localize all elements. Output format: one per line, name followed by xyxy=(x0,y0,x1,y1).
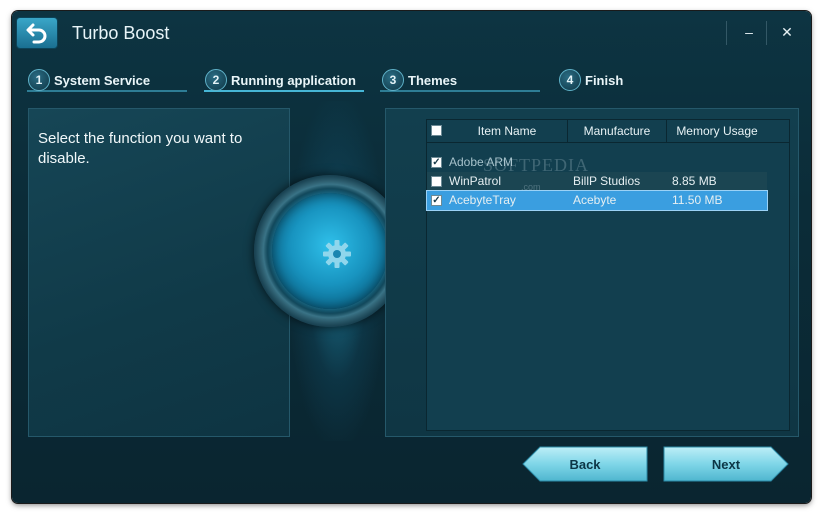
title-bar: Turbo Boost – ✕ xyxy=(12,11,811,57)
list-item[interactable]: ✓ Adobe ARM xyxy=(427,153,767,172)
step-system-service[interactable]: 1 System Service xyxy=(28,67,150,93)
item-memory: 11.50 MB xyxy=(672,193,723,207)
step-number: 1 xyxy=(28,69,50,91)
next-button[interactable]: Next xyxy=(663,446,789,482)
step-running-application[interactable]: 2 Running application xyxy=(205,67,356,93)
step-label: Finish xyxy=(585,72,624,88)
turbo-boost-window: Turbo Boost – ✕ 1 System Service 2 Runni… xyxy=(12,11,811,503)
column-manufacture[interactable]: Manufacture xyxy=(568,120,666,142)
row-checkbox[interactable] xyxy=(431,176,442,187)
back-arrow-button[interactable] xyxy=(16,17,58,49)
step-label: Themes xyxy=(408,72,458,88)
step-number: 3 xyxy=(382,69,404,91)
title-separator xyxy=(766,21,767,45)
list-item[interactable]: WinPatrol BillP Studios 8.85 MB xyxy=(427,172,767,191)
column-item-name[interactable]: Item Name xyxy=(447,120,567,142)
column-memory-usage[interactable]: Memory Usage xyxy=(667,120,767,142)
select-all-checkbox[interactable] xyxy=(431,125,442,136)
application-list-panel: Item Name Manufacture Memory Usage ✓ Ado… xyxy=(385,108,799,437)
step-themes[interactable]: 3 Themes xyxy=(382,67,457,93)
back-button-label: Back xyxy=(569,456,601,472)
row-checkbox[interactable]: ✓ xyxy=(431,195,442,206)
gear-icon xyxy=(323,240,351,268)
row-checkbox[interactable]: ✓ xyxy=(431,157,442,168)
back-arrow-icon xyxy=(26,23,47,44)
item-manufacture: Acebyte xyxy=(573,193,617,207)
step-number: 4 xyxy=(559,69,581,91)
step-label: System Service xyxy=(54,72,151,88)
step-finish[interactable]: 4 Finish xyxy=(559,67,623,93)
back-button[interactable]: Back xyxy=(522,446,648,482)
step-label: Running application xyxy=(231,72,356,88)
wizard-steps: 1 System Service 2 Running application 3… xyxy=(12,67,811,97)
instruction-text: Select the function you want to disable. xyxy=(38,130,243,167)
list-item-selected[interactable]: ✓ AcebyteTray Acebyte 11.50 MB xyxy=(426,190,768,211)
title-separator xyxy=(726,21,727,45)
watermark-domain: .com xyxy=(521,182,541,192)
next-button-label: Next xyxy=(711,456,741,472)
step-number: 2 xyxy=(205,69,227,91)
watermark-text: SOFTPEDIA xyxy=(483,155,590,175)
close-button[interactable]: ✕ xyxy=(776,21,798,43)
item-memory: 8.85 MB xyxy=(672,174,717,188)
list-header: Item Name Manufacture Memory Usage xyxy=(427,120,789,143)
application-list: Item Name Manufacture Memory Usage ✓ Ado… xyxy=(426,119,790,431)
description-panel: Select the function you want to disable. xyxy=(28,108,290,437)
window-title: Turbo Boost xyxy=(72,23,170,43)
minimize-button[interactable]: – xyxy=(738,21,760,43)
item-name: AcebyteTray xyxy=(449,193,516,207)
